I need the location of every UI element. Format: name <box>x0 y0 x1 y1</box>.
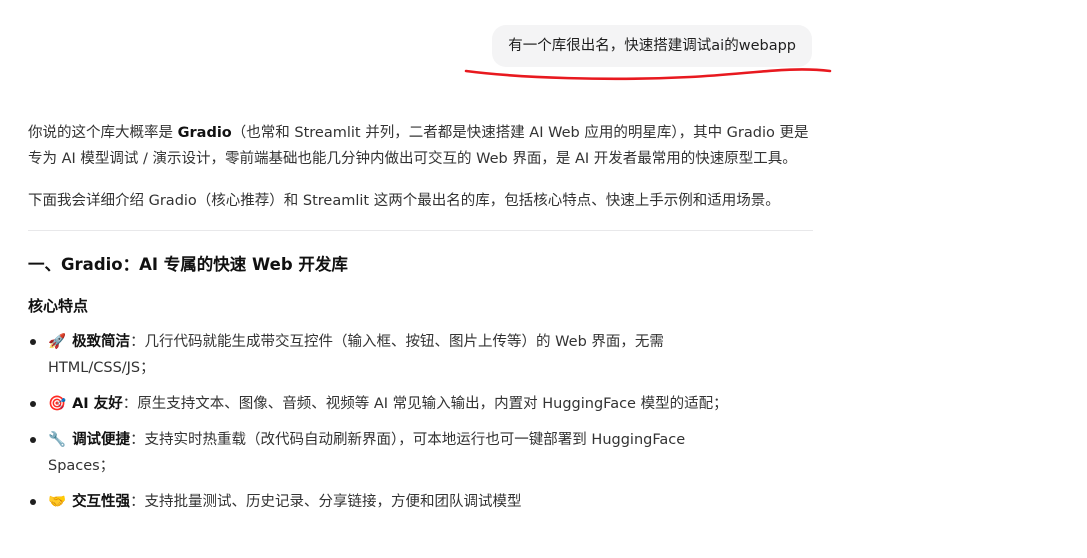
assistant-answer: 你说的这个库大概率是 Gradio（也常和 Streamlit 并列，二者都是快… <box>28 120 818 525</box>
user-message-bubble[interactable]: 有一个库很出名，快速搭建调试ai的webapp <box>492 25 812 67</box>
answer-paragraph-1: 你说的这个库大概率是 Gradio（也常和 Streamlit 并列，二者都是快… <box>28 120 818 172</box>
feature-text: ：支持实时热重载（改代码自动刷新界面），可本地运行也可一键部署到 Hugging… <box>48 432 686 474</box>
list-item: 🔧 调试便捷：支持实时热重载（改代码自动刷新界面），可本地运行也可一键部署到 Hu… <box>30 427 748 479</box>
feature-text: ：几行代码就能生成带交互控件（输入框、按钮、图片上传等）的 Web 界面，无需 … <box>48 334 664 376</box>
handshake-icon: 🤝 <box>48 494 67 510</box>
feature-text: ：支持批量测试、历史记录、分享链接，方便和团队调试模型 <box>130 494 522 510</box>
feature-text: ：原生支持文本、图像、音频、视频等 AI 常见输入输出，内置对 HuggingF… <box>122 396 728 412</box>
user-message-row: 有一个库很出名，快速搭建调试ai的webapp <box>0 25 812 67</box>
feature-title: 交互性强 <box>72 494 131 510</box>
divider <box>28 230 813 231</box>
p1-text-before: 你说的这个库大概率是 <box>28 125 178 141</box>
target-icon: 🎯 <box>48 396 67 412</box>
list-item: 🤝 交互性强：支持批量测试、历史记录、分享链接，方便和团队调试模型 <box>30 489 748 515</box>
list-item: 🚀 极致简洁：几行代码就能生成带交互控件（输入框、按钮、图片上传等）的 Web 界… <box>30 329 748 381</box>
feature-title: 极致简洁 <box>72 334 131 350</box>
answer-paragraph-2: 下面我会详细介绍 Gradio（核心推荐）和 Streamlit 这两个最出名的… <box>28 193 780 209</box>
wrench-icon: 🔧 <box>48 432 67 448</box>
feature-title: 调试便捷 <box>72 432 131 448</box>
rocket-icon: 🚀 <box>48 334 67 350</box>
p1-bold-gradio: Gradio <box>177 125 232 141</box>
feature-list: 🚀 极致简洁：几行代码就能生成带交互控件（输入框、按钮、图片上传等）的 Web 界… <box>28 329 818 515</box>
section-title: 一、Gradio：AI 专属的快速 Web 开发库 <box>28 255 348 274</box>
subsection-title: 核心特点 <box>28 297 89 315</box>
feature-title: AI 友好 <box>72 396 123 412</box>
list-item: 🎯 AI 友好：原生支持文本、图像、音频、视频等 AI 常见输入输出，内置对 Hu… <box>30 391 748 417</box>
chat-page: 有一个库很出名，快速搭建调试ai的webapp 你说的这个库大概率是 Gradi… <box>0 0 1087 558</box>
